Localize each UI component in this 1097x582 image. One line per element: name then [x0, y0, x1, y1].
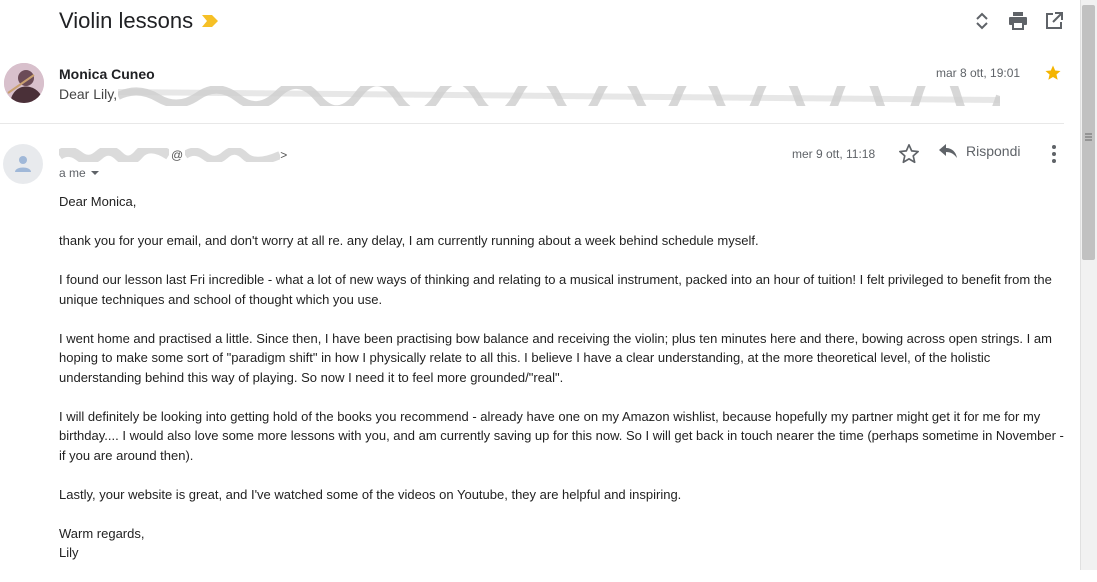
scrollbar-grip-icon	[1085, 128, 1092, 146]
recipient-details[interactable]: a me	[59, 166, 100, 180]
body-paragraph: thank you for your email, and don't worr…	[59, 233, 759, 248]
sender-email-at: @	[171, 148, 184, 162]
reply-button[interactable]: Rispondi	[938, 143, 1020, 159]
more-options-icon[interactable]	[1044, 143, 1064, 170]
body-paragraph: I found our lesson last Fri incredible -…	[59, 272, 1052, 307]
redaction-scribble	[116, 60, 1004, 135]
message-divider	[0, 123, 1064, 124]
message-snippet[interactable]: Dear Lily,	[59, 86, 117, 102]
body-signature: Warm regards, Lily	[59, 525, 145, 561]
message-body: Dear Monica, thank you for your email, a…	[59, 192, 1064, 582]
avatar[interactable]	[4, 63, 44, 103]
sender-email-bracket: >	[280, 148, 288, 162]
body-paragraph: Dear Monica,	[59, 194, 137, 209]
message-date: mer 9 ott, 11:18	[792, 147, 876, 161]
avatar[interactable]	[3, 144, 43, 184]
print-icon[interactable]	[1007, 10, 1029, 32]
recipient-label: a me	[59, 166, 86, 180]
sender-name[interactable]: Monica Cuneo	[59, 66, 155, 82]
body-paragraph: I went home and practised a little. Sinc…	[59, 330, 1052, 385]
chevron-down-icon	[90, 171, 99, 175]
reply-label: Rispondi	[966, 143, 1021, 159]
star-icon[interactable]	[1044, 64, 1062, 87]
email-subject: Violin lessons	[59, 8, 194, 33]
body-paragraph: Lastly, your website is great, and I've …	[59, 486, 682, 502]
reply-icon	[939, 144, 957, 158]
sender-address[interactable]: @ >	[59, 147, 287, 163]
expand-collapse-icon[interactable]	[971, 10, 993, 32]
body-paragraph: I will definitely be looking into gettin…	[59, 408, 1064, 463]
open-in-new-window-icon[interactable]	[1043, 10, 1065, 32]
message-date: mar 8 ott, 19:01	[936, 66, 1021, 80]
star-outline-icon[interactable]	[898, 143, 920, 170]
importance-marker-icon[interactable]	[202, 14, 218, 32]
